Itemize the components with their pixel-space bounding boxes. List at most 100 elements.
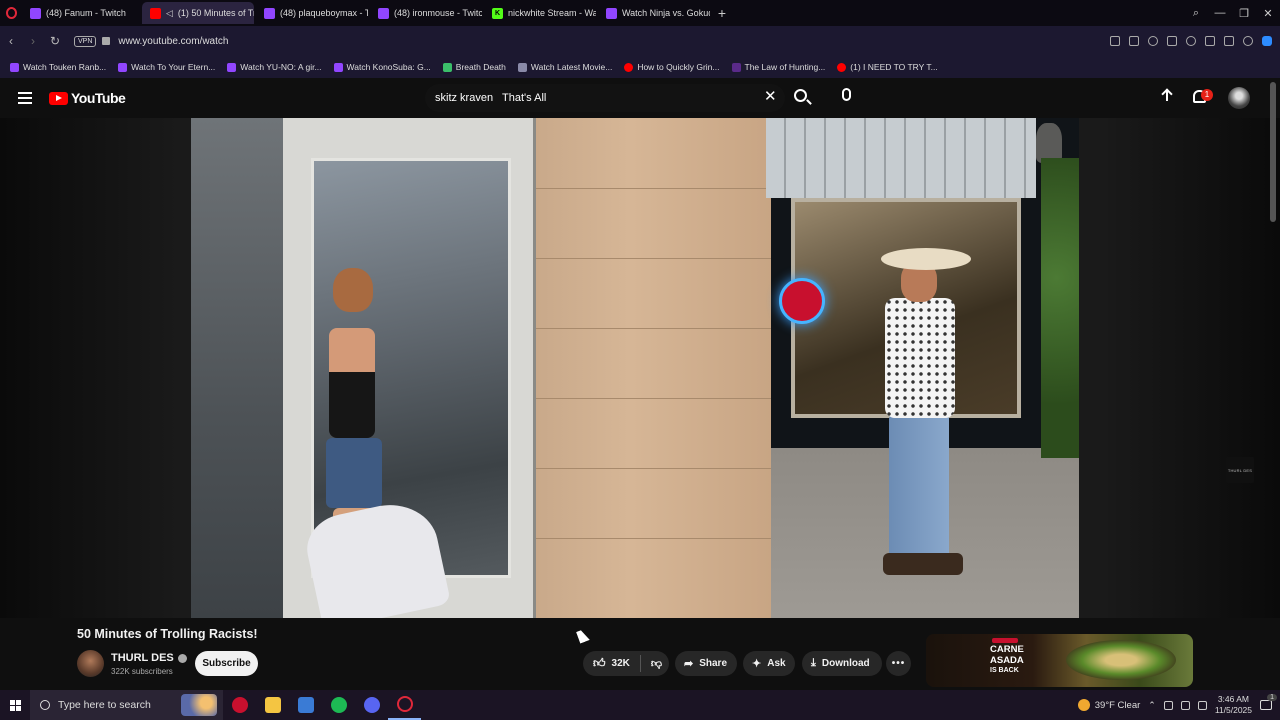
bookmark-item[interactable]: Breath Death	[442, 62, 506, 72]
minimize-icon[interactable]: —	[1208, 7, 1232, 19]
youtube-logo[interactable]: YouTube	[49, 90, 126, 106]
page-scrollbar[interactable]	[1270, 82, 1276, 222]
microphone-icon[interactable]	[842, 88, 851, 101]
spotify-icon	[330, 697, 347, 713]
extension-icon[interactable]	[1262, 36, 1272, 46]
bookmark-label: Watch YU-NO: A gir...	[240, 62, 322, 72]
tab-label: Watch Ninja vs. Gokudo o	[622, 8, 710, 18]
microphone-icon[interactable]	[1163, 700, 1173, 710]
browser-tab[interactable]: (48) Fanum - Twitch	[22, 2, 140, 24]
discord-icon	[363, 697, 380, 713]
thumbs-down-icon: 👎︎	[650, 658, 663, 670]
browser-tab[interactable]: Watch Ninja vs. Gokudo o	[598, 2, 710, 24]
search-tabs-icon[interactable]: ⌕	[1184, 7, 1208, 20]
network-icon[interactable]	[1180, 700, 1190, 710]
taskbar-app-opera[interactable]	[223, 690, 256, 720]
channel-watermark[interactable]: THURL DES	[1226, 457, 1254, 483]
video-player[interactable]	[0, 118, 1280, 618]
ad-headline-line2: ASADA	[990, 655, 1024, 666]
video-frame[interactable]	[191, 118, 1079, 618]
twitch-icon	[264, 7, 275, 19]
taskbar-search-placeholder: Type here to search	[58, 699, 151, 711]
chevron-up-icon[interactable]: ⌃	[1148, 700, 1156, 711]
taskbar-app-discord[interactable]	[355, 690, 388, 720]
bookmark-item[interactable]: Watch Touken Ranb...	[10, 62, 106, 72]
search-input[interactable]	[425, 92, 745, 104]
volume-icon[interactable]	[1197, 700, 1207, 710]
back-icon[interactable]: ‹	[0, 34, 22, 48]
windows-taskbar: Type here to search 39°F Clear ⌃ 3:46 AM…	[0, 690, 1280, 720]
forward-icon[interactable]: ›	[22, 34, 44, 48]
bookmark-item[interactable]: Watch Latest Movie...	[517, 62, 612, 72]
taskbar-app-opera-gx[interactable]	[388, 690, 421, 720]
browser-tab[interactable]: (48) plaqueboymax - Twit	[256, 2, 368, 24]
bookmark-item[interactable]: Watch To Your Etern...	[118, 62, 215, 72]
ask-button[interactable]: ✦ Ask	[743, 651, 795, 676]
browser-tab[interactable]: (48) ironmouse - Twitch	[370, 2, 482, 24]
browser-tab-active[interactable]: ◁ (1) 50 Minutes of Troll	[142, 2, 254, 24]
download-button[interactable]: ⤓ Download	[802, 651, 882, 676]
shield-icon[interactable]	[1148, 36, 1158, 46]
video-scene-tiles	[766, 118, 1036, 198]
ad-headline-line3: IS BACK	[990, 667, 1019, 674]
maximize-icon[interactable]: ❐	[1232, 7, 1256, 20]
menu-icon[interactable]	[1224, 36, 1234, 46]
heart-icon[interactable]	[1186, 36, 1196, 46]
bookmark-item[interactable]: The Law of Hunting...	[731, 62, 825, 72]
camera-icon[interactable]	[1129, 36, 1139, 46]
tab-label: (48) plaqueboymax - Twit	[280, 8, 368, 18]
opera-logo-icon[interactable]	[0, 0, 22, 26]
new-tab-button[interactable]: +	[712, 3, 732, 23]
download-icon[interactable]	[1205, 36, 1215, 46]
twitch-icon	[227, 62, 237, 72]
subscriber-count: 322K subscribers	[111, 667, 173, 676]
windows-start-icon[interactable]	[0, 690, 30, 720]
channel-name[interactable]: THURL DES	[111, 652, 187, 664]
channel-avatar[interactable]	[77, 650, 104, 677]
close-icon[interactable]: ✕	[1256, 7, 1280, 20]
play-icon[interactable]	[1167, 36, 1177, 46]
profile-icon[interactable]	[1243, 36, 1253, 46]
notification-center-icon[interactable]: 1	[1260, 694, 1277, 710]
sidebar-ad[interactable]: CARNE ASADA IS BACK	[926, 634, 1193, 687]
window-controls: ⌕ — ❐ ✕	[1184, 0, 1280, 26]
url-field[interactable]: www.youtube.com/watch	[118, 36, 228, 47]
bookmark-item[interactable]: Watch YU-NO: A gir...	[227, 62, 322, 72]
dislike-button[interactable]: 👎︎	[641, 657, 662, 670]
weather-widget[interactable]: 39°F Clear	[1077, 699, 1140, 711]
video-scene-brick-pillar	[536, 118, 771, 618]
leaf-icon	[442, 62, 452, 72]
lock-icon[interactable]	[102, 37, 111, 45]
clock[interactable]: 3:46 AM 11/5/2025	[1215, 694, 1252, 716]
speaker-icon[interactable]: ◁	[166, 8, 173, 19]
share-button[interactable]: ➦ Share	[675, 651, 737, 676]
taskbar-app-store[interactable]	[289, 690, 322, 720]
hamburger-menu-icon[interactable]	[18, 92, 32, 104]
youtube-icon	[624, 62, 634, 72]
browser-tab[interactable]: K nickwhite Stream - Watch	[484, 2, 596, 24]
bookmark-item[interactable]: (1) I NEED TO TRY T...	[837, 62, 938, 72]
clear-search-icon[interactable]: ✕	[764, 89, 777, 104]
more-actions-button[interactable]: •••	[886, 651, 911, 676]
edit-icon[interactable]	[1110, 36, 1120, 46]
upload-icon[interactable]	[1161, 89, 1174, 104]
taskbar-app-spotify[interactable]	[322, 690, 355, 720]
account-avatar[interactable]	[1228, 87, 1250, 109]
youtube-wordmark: YouTube	[71, 90, 126, 106]
tab-strip: (48) Fanum - Twitch ◁ (1) 50 Minutes of …	[0, 0, 1280, 26]
notification-badge: 1	[1201, 89, 1213, 101]
search-box	[425, 84, 785, 112]
moon-icon	[1077, 699, 1090, 711]
bookmark-item[interactable]: Watch KonoSuba: G...	[333, 62, 431, 72]
subscribe-button[interactable]: Subscribe	[195, 651, 258, 676]
bookmark-item[interactable]: How to Quickly Grin...	[624, 62, 720, 72]
like-button[interactable]: 👍︎ 32K	[583, 655, 641, 672]
vpn-badge[interactable]: VPN	[74, 35, 97, 47]
ad-food-image	[1066, 640, 1176, 680]
bookmark-label: How to Quickly Grin...	[637, 62, 720, 72]
search-icon[interactable]	[794, 89, 807, 102]
reload-icon[interactable]: ↻	[44, 34, 66, 48]
taskbar-app-explorer[interactable]	[256, 690, 289, 720]
search-icon	[40, 700, 50, 710]
taskbar-search[interactable]: Type here to search	[30, 690, 223, 720]
